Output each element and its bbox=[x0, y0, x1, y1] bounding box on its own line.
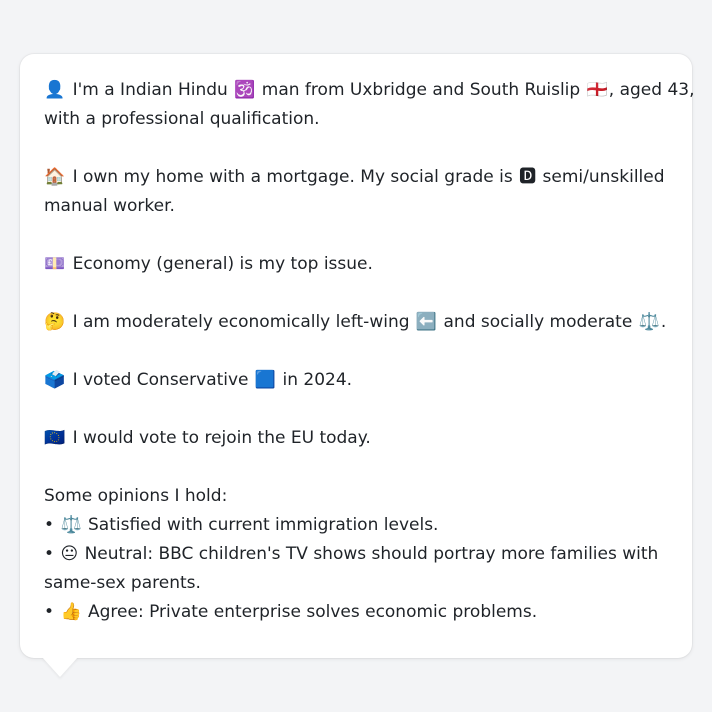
om-icon: 🕉️ bbox=[234, 80, 256, 100]
economic-text: I am moderately economically left-wing bbox=[72, 312, 410, 332]
persona-message-bubble: 👤 I'm a Indian Hindu 🕉️ man from Uxbridg… bbox=[20, 54, 695, 658]
vote-line: 🗳️ I voted Conservative 🟦 in 2024. bbox=[44, 366, 668, 395]
issue-text: Economy (general) is my top issue. bbox=[72, 254, 373, 274]
eu-flag-icon: 🇪🇺 bbox=[44, 428, 66, 448]
scales-icon: ⚖️ bbox=[638, 312, 660, 332]
thumbs-up-icon: 👍 bbox=[60, 602, 82, 622]
ideology-line: 🤔 I am moderately economically left-wing… bbox=[44, 308, 668, 337]
bullet: • bbox=[44, 544, 55, 564]
ballot-box-icon: 🗳️ bbox=[44, 370, 66, 390]
age-text: , aged 43, bbox=[608, 80, 695, 100]
eu-line: 🇪🇺 I would vote to rejoin the EU today. bbox=[44, 424, 668, 453]
ideology-paragraph: 🤔 I am moderately economically left-wing… bbox=[44, 308, 668, 337]
blue-square-icon: 🟦 bbox=[254, 370, 277, 390]
bubble-tail bbox=[42, 657, 78, 677]
bullet: • bbox=[44, 515, 55, 535]
opinion-text: Agree: Private enterprise solves economi… bbox=[88, 602, 538, 622]
eu-paragraph: 🇪🇺 I would vote to rejoin the EU today. bbox=[44, 424, 668, 453]
home-line-1: 🏠 I own my home with a mortgage. My soci… bbox=[44, 163, 668, 192]
opinion-item-continuation: same-sex parents. bbox=[44, 573, 201, 593]
home-paragraph: 🏠 I own my home with a mortgage. My soci… bbox=[44, 163, 668, 221]
opinion-item: • 👍 Agree: Private enterprise solves eco… bbox=[44, 598, 668, 627]
opinions-section: Some opinions I hold: • ⚖️ Satisfied wit… bbox=[44, 482, 668, 627]
issue-line: 💷 Economy (general) is my top issue. bbox=[44, 250, 668, 279]
opinion-text: Neutral: BBC children's TV shows should … bbox=[84, 544, 659, 564]
opinion-item: • ⚖️ Satisfied with current immigration … bbox=[44, 511, 668, 540]
vote-year-text: in 2024. bbox=[282, 370, 353, 390]
left-arrow-icon: ⬅️ bbox=[415, 312, 438, 332]
opinion-text: Satisfied with current immigration level… bbox=[88, 515, 439, 535]
eu-text: I would vote to rejoin the EU today. bbox=[72, 428, 371, 448]
vote-text: I voted Conservative bbox=[72, 370, 249, 390]
home-text: I own my home with a mortgage. My social… bbox=[72, 167, 513, 187]
constituency-text: man from Uxbridge and South Ruislip bbox=[261, 80, 581, 100]
opinion-item: • 😐 Neutral: BBC children's TV shows sho… bbox=[44, 540, 668, 569]
england-flag-icon: 🏴󠁧󠁢󠁥󠁮󠁧󠁿 bbox=[586, 80, 608, 100]
social-text: and socially moderate bbox=[443, 312, 633, 332]
person-icon: 👤 bbox=[44, 80, 66, 100]
identity-line-2: with a professional qualification. bbox=[44, 109, 320, 129]
vote-paragraph: 🗳️ I voted Conservative 🟦 in 2024. bbox=[44, 366, 668, 395]
issue-paragraph: 💷 Economy (general) is my top issue. bbox=[44, 250, 668, 279]
identity-paragraph: 👤 I'm a Indian Hindu 🕉️ man from Uxbridg… bbox=[44, 76, 695, 134]
bullet: • bbox=[44, 602, 55, 622]
identity-line-1: 👤 I'm a Indian Hindu 🕉️ man from Uxbridg… bbox=[44, 76, 695, 105]
money-icon: 💷 bbox=[44, 254, 66, 274]
identity-text: I'm a Indian Hindu bbox=[72, 80, 228, 100]
house-icon: 🏠 bbox=[44, 167, 66, 187]
grade-d-icon: 🅳 bbox=[519, 167, 537, 187]
home-line-2: manual worker. bbox=[44, 196, 175, 216]
grade-text: semi/unskilled bbox=[542, 167, 665, 187]
thinking-face-icon: 🤔 bbox=[44, 312, 66, 332]
neutral-face-icon: 😐 bbox=[60, 544, 79, 564]
ideology-period: . bbox=[660, 312, 667, 332]
opinions-heading: Some opinions I hold: bbox=[44, 486, 228, 506]
scales-icon: ⚖️ bbox=[60, 515, 82, 535]
